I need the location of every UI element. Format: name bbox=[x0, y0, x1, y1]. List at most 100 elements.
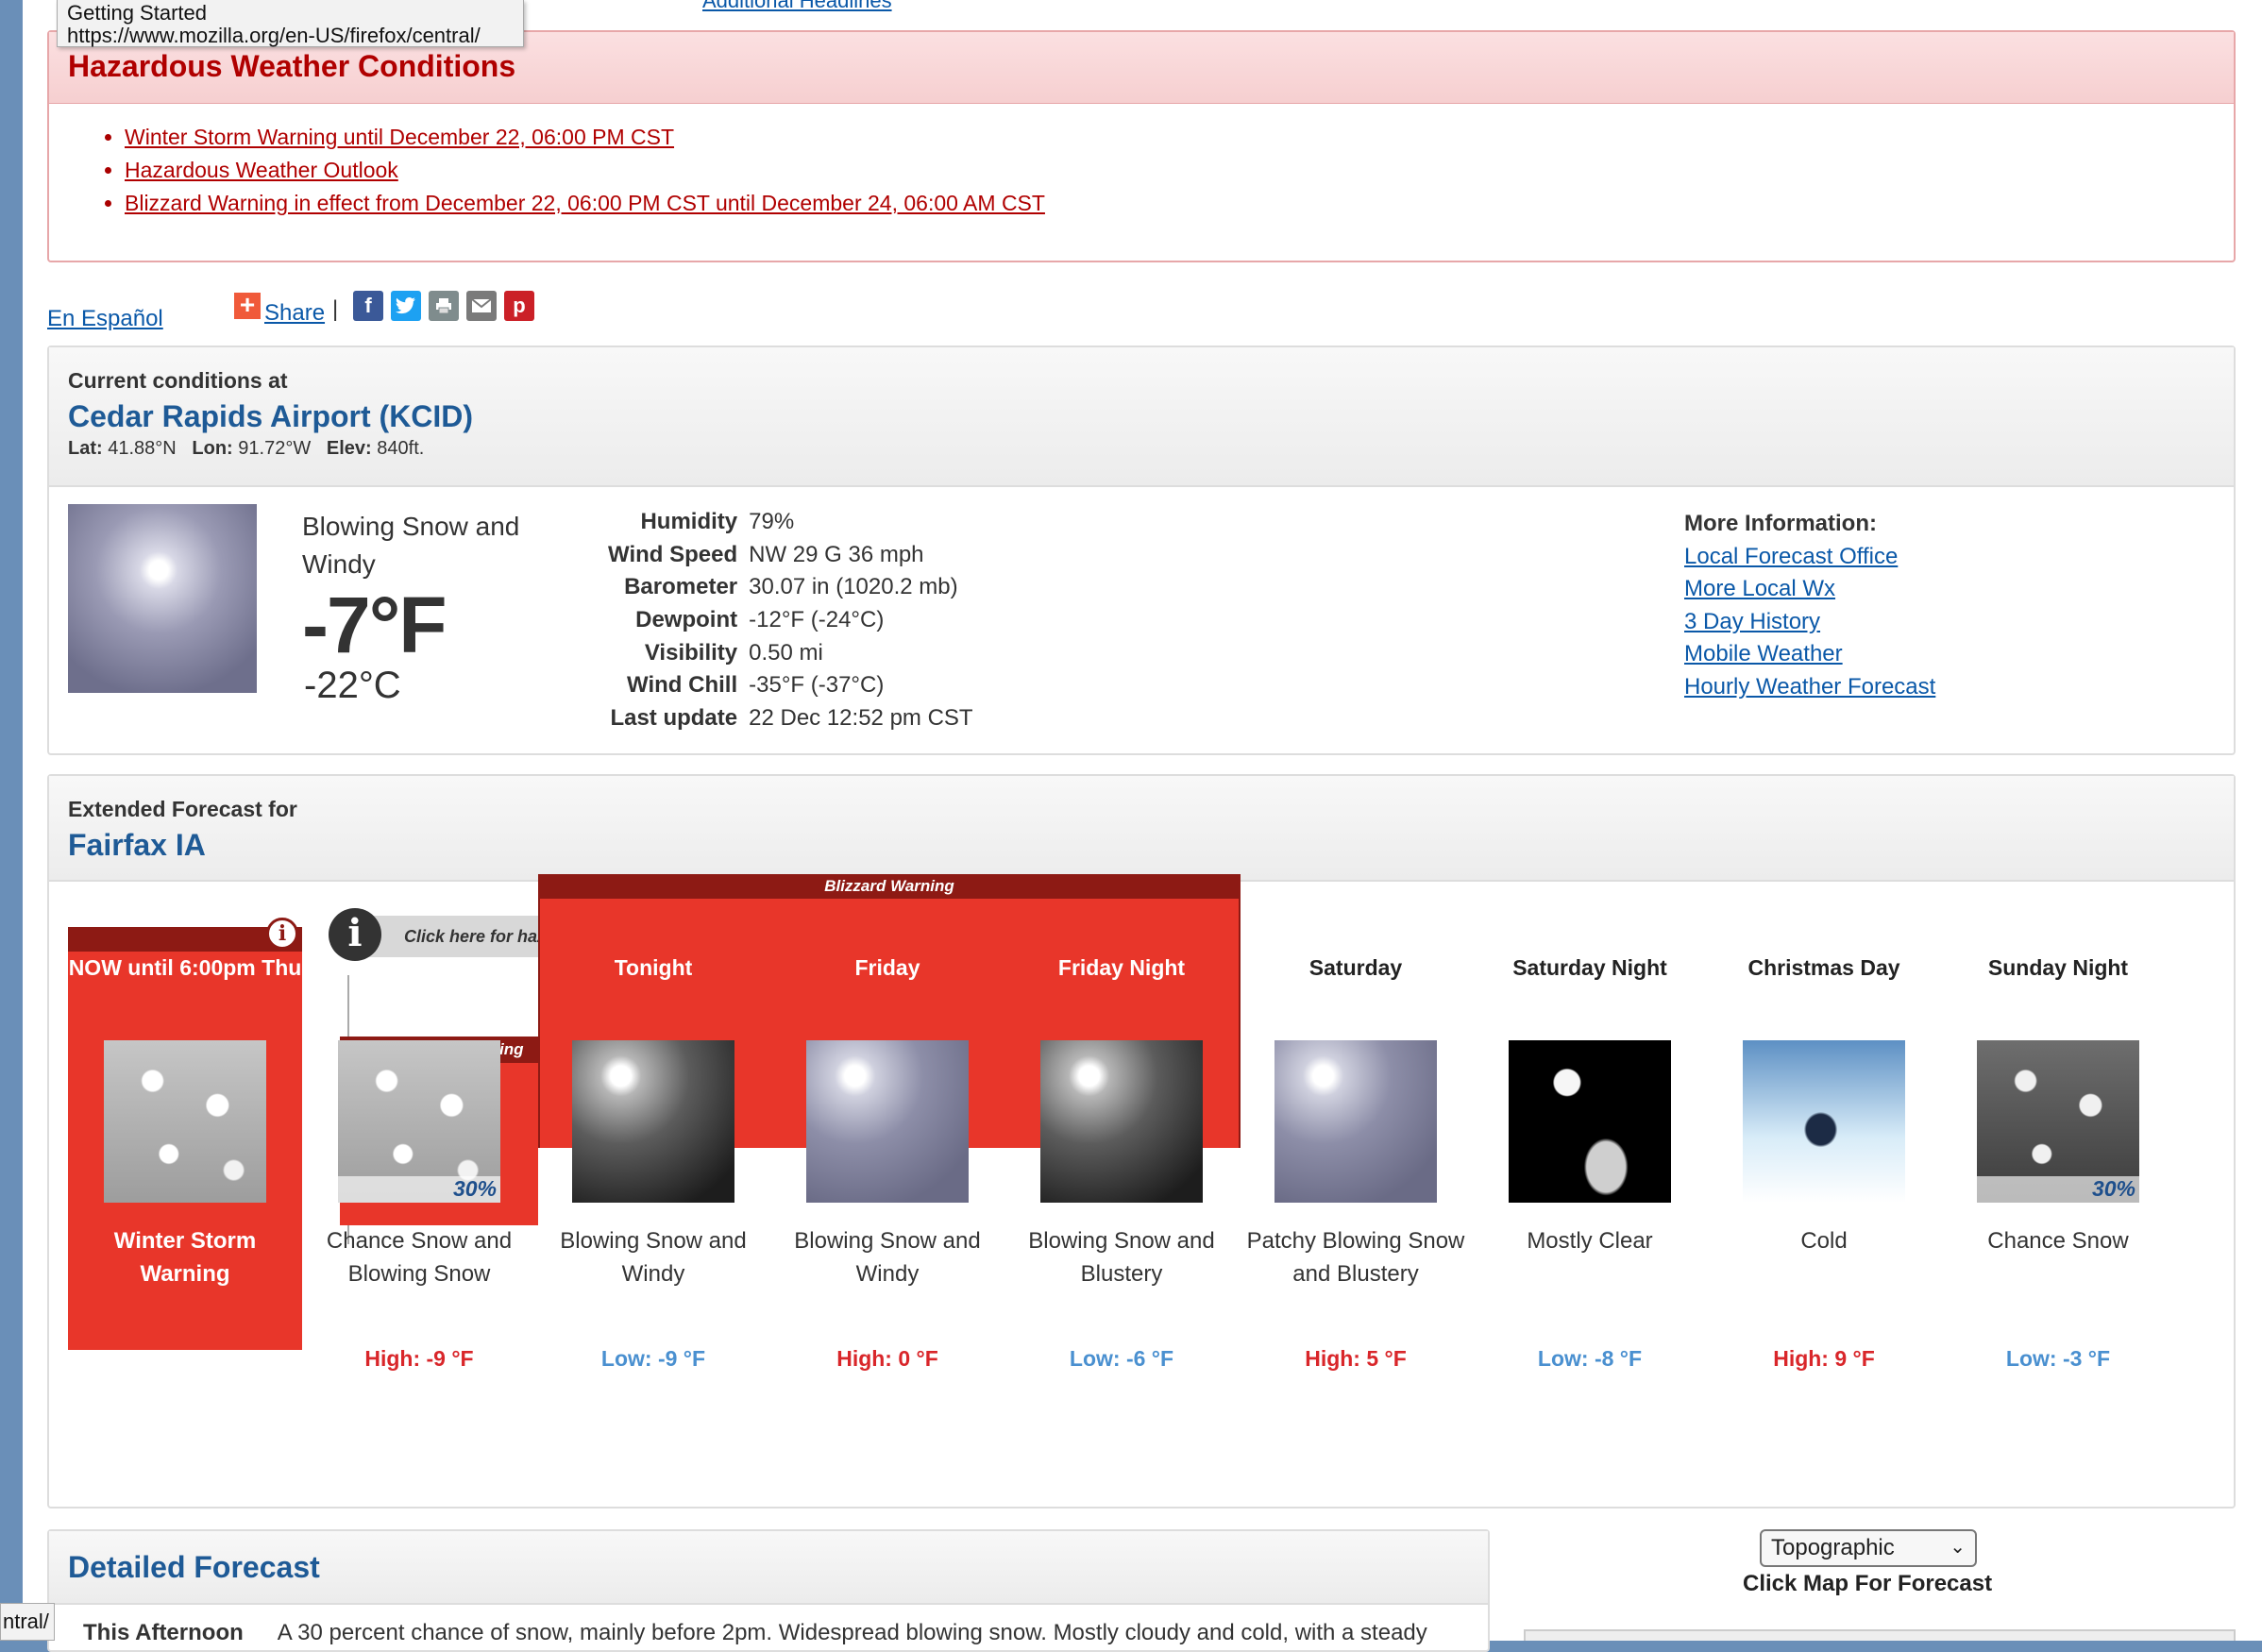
extended-forecast-panel: Extended Forecast for Fairfax IA Click h… bbox=[47, 774, 2236, 1509]
forecast-period: Saturday Night Mostly Clear Low: -8 °F bbox=[1473, 952, 1707, 1372]
share-separator: | bbox=[332, 296, 339, 322]
forecast-icon-blowing-snow[interactable] bbox=[1040, 1040, 1203, 1203]
tooltip-title: Getting Started bbox=[67, 1, 207, 25]
share-plus-icon[interactable]: + bbox=[234, 292, 261, 319]
mobile-weather-link[interactable]: Mobile Weather bbox=[1684, 638, 1935, 671]
current-details-table: Humidity 79% Wind Speed NW 29 G 36 mph Bar… bbox=[602, 506, 979, 734]
forecast-period-label: Friday Night bbox=[1057, 955, 1186, 980]
print-icon[interactable] bbox=[429, 291, 459, 321]
forecast-location: Fairfax IA bbox=[68, 828, 206, 862]
forecast-icon-blowing-snow[interactable] bbox=[806, 1040, 969, 1203]
forecast-period-label: Christmas Day bbox=[1747, 955, 1900, 980]
detailed-forecast-title: Detailed Forecast bbox=[49, 1531, 1488, 1605]
current-conditions-header: Current conditions at Cedar Rapids Airpo… bbox=[49, 347, 2234, 487]
detailed-forecast-row: This Afternoon A 30 percent chance of sno… bbox=[83, 1620, 1427, 1646]
forecast-period: Saturday Patchy Blowing Snow and Bluster… bbox=[1239, 952, 1473, 1372]
forecast-period-label: Friday bbox=[854, 955, 920, 980]
current-temp-c: -22°C bbox=[304, 665, 401, 706]
forecast-description: Cold bbox=[1800, 1228, 1848, 1254]
forecast-description: Chance Snow and Blowing Snow bbox=[326, 1228, 513, 1287]
forecast-icon-clear-night[interactable] bbox=[1509, 1040, 1671, 1203]
forecast-temp: Low: -8 °F bbox=[1537, 1346, 1643, 1371]
forecast-period-label: This Afternoon bbox=[342, 955, 497, 980]
forecast-icon-blowing-snow[interactable] bbox=[572, 1040, 734, 1203]
info-icon[interactable]: i bbox=[329, 908, 381, 961]
station-name: Cedar Rapids Airport (KCID) bbox=[68, 399, 474, 433]
forecast-description: Blowing Snow and Windy bbox=[560, 1228, 747, 1287]
forecast-period: Friday Night Blowing Snow and Blustery L… bbox=[1004, 952, 1239, 1372]
detail-row: Last update 22 Dec 12:52 pm CST bbox=[610, 704, 973, 731]
local-forecast-office-link[interactable]: Local Forecast Office bbox=[1684, 541, 1935, 574]
hazardous-weather-panel: Hazardous Weather Conditions Winter Stor… bbox=[47, 30, 2236, 262]
precip-chance: 30% bbox=[338, 1176, 500, 1203]
tooltip-url: https://www.mozilla.org/en-US/firefox/ce… bbox=[67, 24, 481, 47]
forecast-description: Patchy Blowing Snow and Blustery bbox=[1246, 1228, 1465, 1287]
current-conditions-heading: Current conditions at bbox=[68, 368, 288, 393]
forecast-period-label: Tonight bbox=[614, 955, 693, 980]
forecast-period: This Afternoon 30% Chance Snow and Blowi… bbox=[302, 952, 536, 1372]
forecast-map[interactable] bbox=[1524, 1629, 2236, 1641]
more-local-wx-link[interactable]: More Local Wx bbox=[1684, 573, 1935, 606]
forecast-period-label: Saturday Night bbox=[1512, 955, 1667, 980]
detailed-period-label: This Afternoon bbox=[83, 1620, 244, 1645]
now-info-icon[interactable]: i bbox=[266, 918, 298, 950]
forecast-temp: Low: -3 °F bbox=[2005, 1346, 2111, 1371]
hazard-link-outlook[interactable]: Hazardous Weather Outlook bbox=[125, 158, 398, 182]
current-conditions-panel: Current conditions at Cedar Rapids Airpo… bbox=[47, 346, 2236, 755]
precip-chance: 30% bbox=[1977, 1176, 2139, 1203]
share-row: En Español + Share | f p bbox=[47, 287, 802, 334]
map-type-select[interactable]: Topographic ⌄ bbox=[1760, 1529, 1977, 1567]
extended-forecast-heading: Extended Forecast for bbox=[68, 797, 297, 821]
forecast-temp: Low: -6 °F bbox=[1069, 1346, 1174, 1371]
forecast-temp: Low: -9 °F bbox=[600, 1346, 706, 1371]
forecast-icon-blowing-snow[interactable] bbox=[1274, 1040, 1437, 1203]
share-link[interactable]: Share bbox=[264, 300, 325, 327]
hazard-item: Hazardous Weather Outlook bbox=[125, 154, 2234, 187]
detailed-period-text: A 30 percent chance of snow, mainly befo… bbox=[277, 1620, 1427, 1645]
forecast-temp: High: -9 °F bbox=[364, 1346, 474, 1371]
forecast-temp: High: 5 °F bbox=[1305, 1346, 1407, 1371]
forecast-temp: High: 9 °F bbox=[1773, 1346, 1875, 1371]
three-day-history-link[interactable]: 3 Day History bbox=[1684, 606, 1935, 639]
forecast-period: Tonight Blowing Snow and Windy Low: -9 °… bbox=[536, 952, 770, 1372]
current-temp-f: -7°F bbox=[302, 581, 447, 669]
forecast-period-label: Saturday bbox=[1308, 955, 1403, 980]
forecast-period-label: NOW until 6:00pm Thu bbox=[68, 955, 302, 980]
hazard-link-winter-storm[interactable]: Winter Storm Warning until December 22, … bbox=[125, 125, 674, 149]
hourly-forecast-link[interactable]: Hourly Weather Forecast bbox=[1684, 671, 1935, 704]
forecast-description: Blowing Snow and Windy bbox=[794, 1228, 981, 1287]
blizzard-label: Blizzard Warning bbox=[538, 874, 1241, 899]
forecast-icon-snow[interactable]: 30% bbox=[1977, 1040, 2139, 1203]
hazard-link-blizzard[interactable]: Blizzard Warning in effect from December… bbox=[125, 191, 1045, 215]
hazard-item: Blizzard Warning in effect from December… bbox=[125, 187, 2234, 220]
detail-row: Barometer 30.07 in (1020.2 mb) bbox=[624, 574, 958, 600]
forecast-icon-snow[interactable]: 30% bbox=[338, 1040, 500, 1203]
facebook-icon[interactable]: f bbox=[353, 291, 383, 321]
twitter-icon[interactable] bbox=[391, 291, 421, 321]
forecast-description: Chance Snow bbox=[1987, 1228, 2129, 1254]
detail-row: Visibility 0.50 mi bbox=[644, 639, 823, 666]
forecast-description: Blowing Snow and Blustery bbox=[1028, 1228, 1215, 1287]
forecast-description: Winter Storm Warning bbox=[113, 1228, 257, 1287]
detail-row: Wind Speed NW 29 G 36 mph bbox=[608, 541, 924, 567]
pinterest-icon[interactable]: p bbox=[504, 291, 534, 321]
hazard-item: Winter Storm Warning until December 22, … bbox=[125, 121, 2234, 154]
additional-headlines-link[interactable]: Additional Headlines bbox=[702, 0, 892, 13]
forecast-period: Sunday Night 30% Chance Snow Low: -3 °F bbox=[1941, 952, 2175, 1372]
link-tooltip: Getting Started https://www.mozilla.org/… bbox=[57, 0, 524, 47]
status-bar-url: ntral/ bbox=[0, 1603, 55, 1641]
current-summary: Blowing Snow and Windy bbox=[302, 512, 520, 579]
email-icon[interactable] bbox=[466, 291, 497, 321]
more-information: More Information: Local Forecast Office … bbox=[1684, 508, 1935, 704]
forecast-temp: High: 0 °F bbox=[836, 1346, 938, 1371]
hazard-list: Winter Storm Warning until December 22, … bbox=[125, 121, 2234, 220]
station-coordinates: Lat: 41.88°N Lon: 91.72°W Elev: 840ft. bbox=[68, 438, 425, 459]
forecast-period: Christmas Day Cold High: 9 °F bbox=[1707, 952, 1941, 1372]
forecast-icon-snow bbox=[104, 1040, 266, 1203]
forecast-icon-cold[interactable] bbox=[1743, 1040, 1905, 1203]
detail-row: Humidity 79% bbox=[640, 509, 795, 535]
detail-row: Wind Chill -35°F (-37°C) bbox=[627, 672, 885, 699]
forecast-period: Friday Blowing Snow and Windy High: 0 °F bbox=[770, 952, 1004, 1372]
more-info-title: More Information: bbox=[1684, 511, 1877, 536]
espanol-link[interactable]: En Español bbox=[47, 306, 163, 332]
